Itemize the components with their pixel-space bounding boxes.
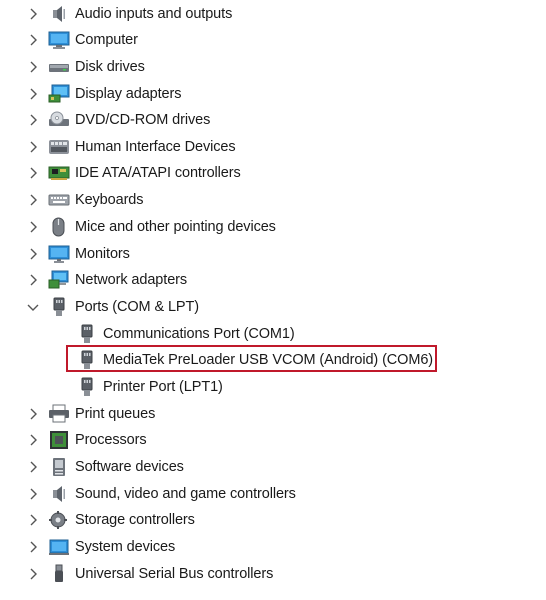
tree-item-software-devices[interactable]: Software devices (26, 455, 184, 479)
port-icon (76, 377, 98, 397)
tree-item-label: Ports (COM & LPT) (75, 299, 199, 315)
port-icon (76, 324, 98, 344)
usb-icon (48, 564, 70, 584)
printer-icon (48, 404, 70, 424)
chevron-right-icon[interactable] (26, 247, 40, 261)
chevron-right-icon[interactable] (26, 273, 40, 287)
tree-item-label: System devices (75, 539, 176, 555)
chevron-right-icon[interactable] (26, 567, 40, 581)
speaker-icon (48, 484, 70, 504)
chevron-right-icon[interactable] (26, 140, 40, 154)
tree-item-label: MediaTek PreLoader USB VCOM (Android) (C… (103, 352, 434, 368)
tree-item-label: Print queues (75, 406, 156, 422)
tree-item-keyboards[interactable]: Keyboards (26, 188, 144, 212)
chevron-right-icon[interactable] (26, 460, 40, 474)
tree-item-label: DVD/CD-ROM drives (75, 112, 211, 128)
ide-controller-icon (48, 163, 70, 183)
chevron-down-icon[interactable] (26, 300, 40, 314)
tree-item-ide-controllers[interactable]: IDE ATA/ATAPI controllers (26, 161, 241, 185)
tree-item-ports[interactable]: Ports (COM & LPT) (26, 295, 199, 319)
tree-item-label: Monitors (75, 246, 130, 262)
tree-item-storage-controllers[interactable]: Storage controllers (26, 508, 195, 532)
tree-item-disk-drives[interactable]: Disk drives (26, 55, 145, 79)
monitor-icon (48, 244, 70, 264)
tree-item-sound-video-game[interactable]: Sound, video and game controllers (26, 482, 296, 506)
tree-item-dvd-cdrom-drives[interactable]: DVD/CD-ROM drives (26, 108, 210, 132)
tree-item-usb-controllers[interactable]: Universal Serial Bus controllers (26, 562, 273, 586)
tree-item-computer[interactable]: Computer (26, 28, 138, 52)
network-adapter-icon (48, 270, 70, 290)
tree-item-label: Display adapters (75, 86, 182, 102)
tree-item-label: Audio inputs and outputs (75, 6, 233, 22)
chevron-right-icon[interactable] (26, 7, 40, 21)
keyboard-icon (48, 190, 70, 210)
tree-item-label: Communications Port (COM1) (103, 326, 295, 342)
port-icon (76, 350, 98, 370)
computer-icon (48, 30, 70, 50)
chevron-right-icon[interactable] (26, 220, 40, 234)
software-device-icon (48, 457, 70, 477)
tree-item-processors[interactable]: Processors (26, 428, 147, 452)
tree-item-label: Printer Port (LPT1) (103, 379, 223, 395)
tree-item-display-adapters[interactable]: Display adapters (26, 82, 182, 106)
tree-item-label: Keyboards (75, 192, 144, 208)
storage-controller-icon (48, 510, 70, 530)
tree-item-label: IDE ATA/ATAPI controllers (75, 165, 241, 181)
chevron-right-icon[interactable] (26, 166, 40, 180)
tree-item-monitors[interactable]: Monitors (26, 242, 130, 266)
tree-item-label: Disk drives (75, 59, 145, 75)
dvd-drive-icon (48, 110, 70, 130)
tree-item-label: Human Interface Devices (75, 139, 236, 155)
tree-child-lpt1[interactable]: Printer Port (LPT1) (76, 375, 223, 399)
tree-item-label: Mice and other pointing devices (75, 219, 276, 235)
speaker-icon (48, 4, 70, 24)
tree-item-label: Processors (75, 432, 147, 448)
tree-item-human-interface-devices[interactable]: Human Interface Devices (26, 135, 236, 159)
chevron-right-icon[interactable] (26, 540, 40, 554)
tree-item-system-devices[interactable]: System devices (26, 535, 175, 559)
mouse-icon (48, 217, 70, 237)
disk-drive-icon (48, 57, 70, 77)
system-device-icon (48, 537, 70, 557)
tree-item-label: Computer (75, 32, 138, 48)
tree-item-label: Network adapters (75, 272, 188, 288)
tree-child-com1[interactable]: Communications Port (COM1) (76, 322, 295, 346)
tree-child-mediatek-vcom[interactable]: MediaTek PreLoader USB VCOM (Android) (C… (76, 348, 433, 372)
chevron-right-icon[interactable] (26, 87, 40, 101)
chevron-right-icon[interactable] (26, 33, 40, 47)
tree-item-network-adapters[interactable]: Network adapters (26, 268, 187, 292)
chevron-right-icon[interactable] (26, 60, 40, 74)
tree-item-mice[interactable]: Mice and other pointing devices (26, 215, 276, 239)
tree-item-label: Storage controllers (75, 512, 195, 528)
tree-item-audio-inputs-outputs[interactable]: Audio inputs and outputs (26, 2, 232, 26)
tree-item-label: Software devices (75, 459, 184, 475)
tree-item-label: Universal Serial Bus controllers (75, 566, 274, 582)
hid-icon (48, 137, 70, 157)
chevron-right-icon[interactable] (26, 407, 40, 421)
port-icon (48, 297, 70, 317)
tree-item-print-queues[interactable]: Print queues (26, 402, 155, 426)
tree-item-label: Sound, video and game controllers (75, 486, 296, 502)
chevron-right-icon[interactable] (26, 513, 40, 527)
processor-icon (48, 430, 70, 450)
chevron-right-icon[interactable] (26, 113, 40, 127)
chevron-right-icon[interactable] (26, 193, 40, 207)
chevron-right-icon[interactable] (26, 487, 40, 501)
chevron-right-icon[interactable] (26, 433, 40, 447)
display-adapter-icon (48, 84, 70, 104)
